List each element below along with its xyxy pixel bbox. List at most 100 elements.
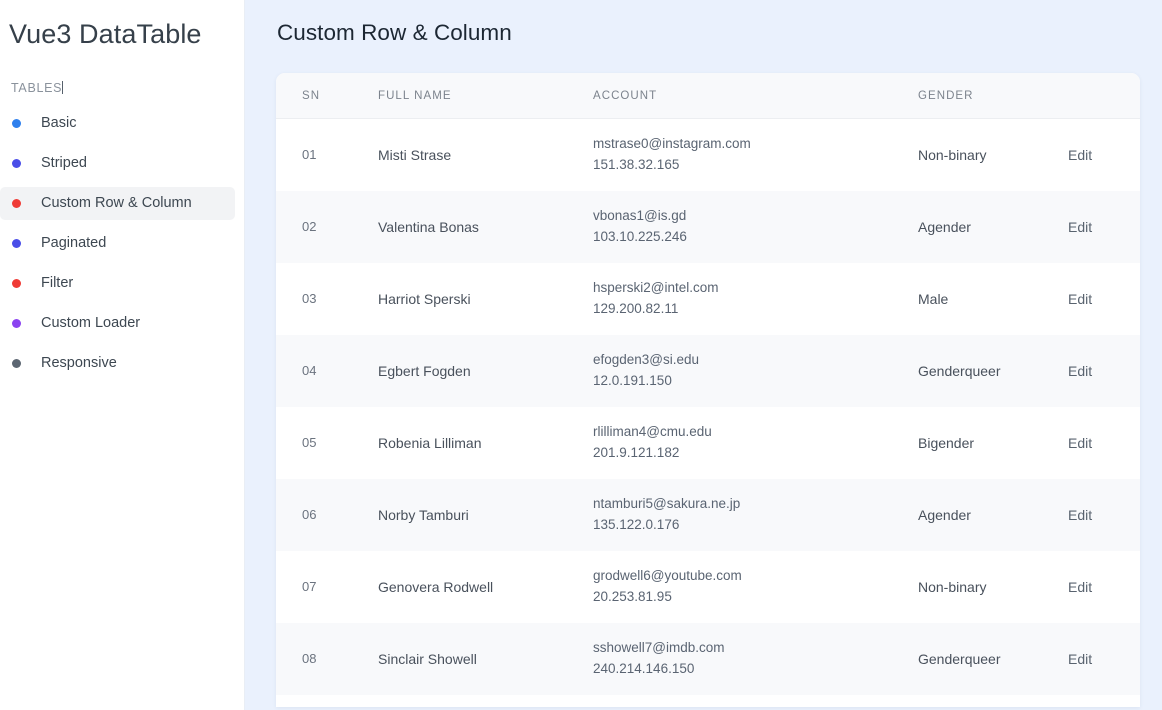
account-ip: 129.200.82.11: [593, 300, 679, 316]
data-table-card: SN FULL NAME ACCOUNT GENDER 01 Misti Stra…: [276, 73, 1140, 707]
edit-button[interactable]: Edit: [1068, 507, 1092, 523]
account-email: mstrase0@instagram.com: [593, 135, 751, 151]
sidebar-item-label: Striped: [41, 155, 87, 171]
sidebar-item-label: Paginated: [41, 235, 107, 251]
cell-gender: Genderqueer: [918, 362, 1001, 379]
cell-account: mstrase0@instagram.com 151.38.32.165: [593, 119, 918, 191]
data-table: SN FULL NAME ACCOUNT GENDER 01 Misti Stra…: [276, 73, 1140, 695]
account-email: vbonas1@is.gd: [593, 207, 687, 223]
cell-sn: 04: [302, 363, 317, 378]
text-cursor: [62, 80, 64, 94]
cell-fullname: Misti Strase: [378, 146, 452, 163]
table-row[interactable]: 03 Harriot Sperski hsperski2@intel.com 129.…: [276, 262, 1140, 335]
bullet-dot-icon: [12, 278, 21, 288]
cell-gender: Genderqueer: [918, 650, 1001, 667]
table-row[interactable]: 04 Egbert Fogden efogden3@si.edu 12.0.191.1…: [276, 334, 1140, 407]
sidebar-item-custom-row-column[interactable]: Custom Row & Column: [0, 186, 235, 220]
edit-button[interactable]: Edit: [1068, 147, 1092, 163]
cell-account: ntamburi5@sakura.ne.jp 135.122.0.176: [593, 479, 918, 551]
cell-gender: Agender: [918, 218, 971, 235]
sidebar-item-label: Custom Row & Column: [41, 195, 192, 211]
brand-title: Vue3 DataTable: [9, 19, 202, 49]
edit-button[interactable]: Edit: [1068, 651, 1092, 667]
cell-actions: Edit: [1068, 623, 1140, 695]
bullet-dot-icon: [12, 238, 21, 248]
table-row[interactable]: 02 Valentina Bonas vbonas1@is.gd 103.10.225…: [276, 190, 1140, 263]
column-header-account[interactable]: ACCOUNT: [593, 73, 918, 119]
cell-fullname: Genovera Rodwell: [378, 578, 494, 595]
cell-gender: Non-binary: [918, 578, 987, 595]
cell-actions: Edit: [1068, 263, 1140, 335]
edit-button[interactable]: Edit: [1068, 219, 1092, 235]
cell-sn: 05: [302, 435, 317, 450]
column-header-sn[interactable]: SN: [276, 73, 378, 119]
cell-actions: Edit: [1068, 191, 1140, 263]
cell-sn: 03: [302, 291, 317, 306]
nav-section-label: TABLES: [0, 52, 244, 99]
cell-sn: 01: [302, 147, 317, 163]
cell-fullname: Egbert Fogden: [378, 362, 471, 379]
nav-section-label-text: TABLES: [11, 80, 63, 95]
edit-button[interactable]: Edit: [1068, 579, 1092, 595]
sidebar-item-label: Filter: [41, 275, 74, 291]
cell-fullname: Harriot Sperski: [378, 290, 471, 307]
cell-fullname: Valentina Bonas: [378, 218, 479, 235]
sidebar-item-custom-loader[interactable]: Custom Loader: [0, 307, 235, 340]
edit-button[interactable]: Edit: [1068, 291, 1092, 307]
cell-sn: 02: [302, 219, 317, 234]
cell-actions: Edit: [1068, 335, 1140, 407]
cell-account: efogden3@si.edu 12.0.191.150: [593, 335, 918, 407]
cell-gender: Agender: [918, 506, 971, 523]
main-content: Custom Row & Column SN FULL NAME ACCOUNT…: [245, 0, 1162, 710]
cell-account: vbonas1@is.gd 103.10.225.246: [593, 191, 918, 263]
sidebar-item-filter[interactable]: Filter: [0, 267, 235, 300]
cell-sn: 08: [302, 651, 317, 666]
cell-fullname: Norby Tamburi: [378, 506, 469, 523]
cell-actions: Edit: [1068, 407, 1140, 479]
table-row[interactable]: 05 Robenia Lilliman rlilliman4@cmu.edu 201.…: [276, 406, 1140, 479]
edit-button[interactable]: Edit: [1068, 363, 1092, 379]
account-email: efogden3@si.edu: [593, 351, 700, 367]
sidebar-item-label: Basic: [41, 115, 77, 131]
cell-account: sshowell7@imdb.com 240.214.146.150: [593, 623, 918, 695]
account-email: grodwell6@youtube.com: [593, 567, 742, 583]
sidebar-nav-list: Basic Striped Custom Row & Column Paginated…: [0, 107, 244, 380]
sidebar-item-basic[interactable]: Basic: [0, 107, 235, 140]
account-email: ntamburi5@sakura.ne.jp: [593, 495, 741, 511]
cell-fullname: Sinclair Showell: [378, 650, 477, 667]
cell-account: hsperski2@intel.com 129.200.82.11: [593, 263, 918, 335]
account-ip: 20.253.81.95: [593, 588, 672, 604]
sidebar-item-responsive[interactable]: Responsive: [0, 347, 235, 380]
table-row[interactable]: 08 Sinclair Showell sshowell7@imdb.com 240.…: [276, 622, 1140, 695]
table-row[interactable]: 01 Misti Strase mstrase0@instagram.com 151.…: [276, 118, 1140, 191]
sidebar: Vue3 DataTable TABLES Basic Striped Custom…: [0, 0, 245, 710]
account-ip: 12.0.191.150: [593, 372, 672, 388]
cell-actions: Edit: [1068, 551, 1140, 623]
table-row[interactable]: 06 Norby Tamburi ntamburi5@sakura.ne.jp 135…: [276, 478, 1140, 551]
cell-sn: 06: [302, 507, 317, 522]
table-row[interactable]: 07 Genovera Rodwell grodwell6@youtube.com 2…: [276, 550, 1140, 623]
sidebar-item-paginated[interactable]: Paginated: [0, 227, 235, 260]
cell-actions: Edit: [1068, 119, 1140, 191]
column-header-actions: [1068, 73, 1140, 119]
account-email: sshowell7@imdb.com: [593, 639, 725, 655]
account-ip: 240.214.146.150: [593, 660, 695, 676]
edit-button[interactable]: Edit: [1068, 435, 1092, 451]
column-header-fullname[interactable]: FULL NAME: [378, 73, 593, 119]
sidebar-item-striped[interactable]: Striped: [0, 147, 235, 180]
sidebar-item-label: Custom Loader: [41, 315, 141, 331]
cell-gender: Bigender: [918, 434, 975, 451]
cell-gender: Non-binary: [918, 146, 987, 163]
account-ip: 103.10.225.246: [593, 228, 687, 244]
bullet-dot-icon: [12, 158, 21, 168]
account-email: rlilliman4@cmu.edu: [593, 423, 712, 439]
cell-sn: 07: [302, 579, 317, 594]
table-header-row: SN FULL NAME ACCOUNT GENDER: [276, 73, 1140, 119]
table-body: 01 Misti Strase mstrase0@instagram.com 151.…: [276, 118, 1140, 695]
cell-account: rlilliman4@cmu.edu 201.9.121.182: [593, 407, 918, 479]
bullet-dot-icon: [12, 358, 21, 368]
bullet-dot-icon: [12, 198, 21, 208]
account-ip: 151.38.32.165: [593, 156, 680, 172]
column-header-gender[interactable]: GENDER: [918, 73, 1068, 119]
bullet-dot-icon: [12, 118, 21, 128]
